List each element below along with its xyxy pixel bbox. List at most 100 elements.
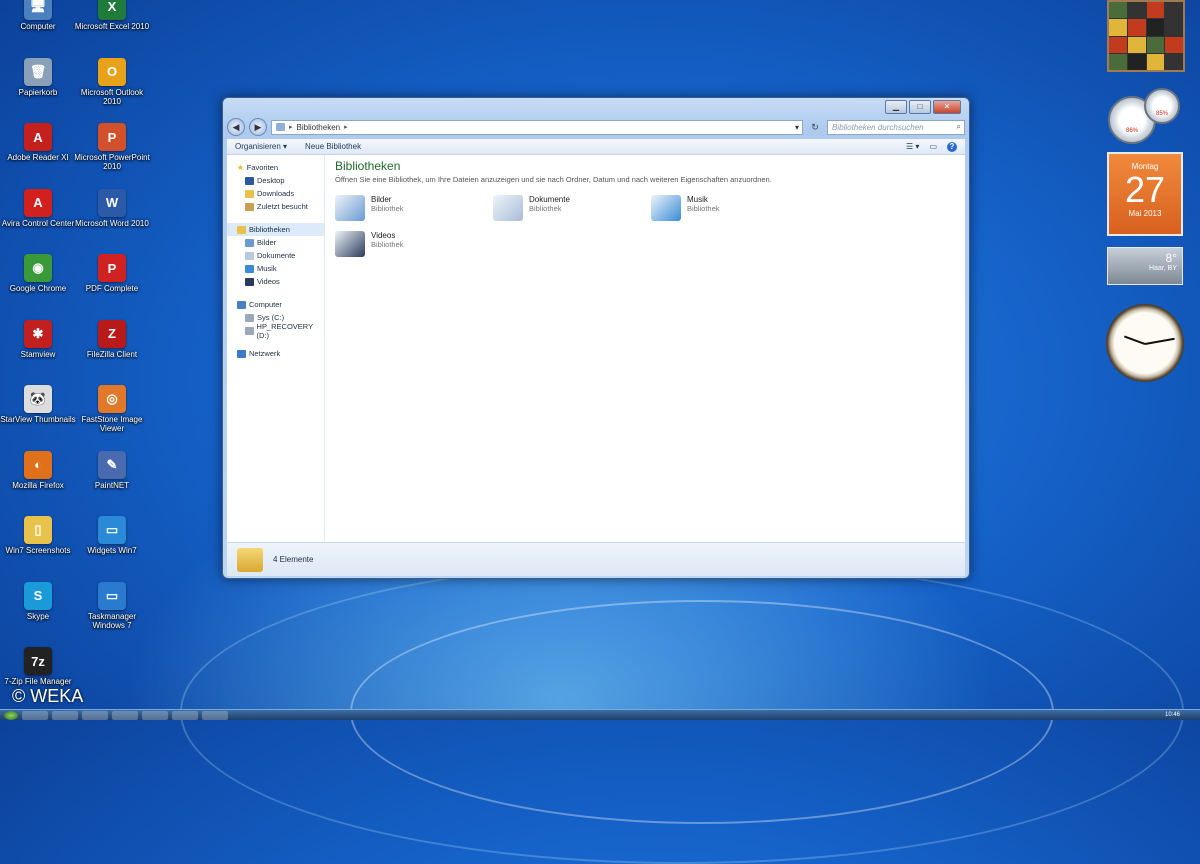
address-bar[interactable]: ▸ Bibliotheken ▸ ▾: [271, 119, 803, 135]
desktop-icon-microsoft-word-2010[interactable]: W Microsoft Word 2010: [73, 188, 151, 228]
desktop-icon-pdf-complete[interactable]: P PDF Complete: [73, 254, 151, 293]
app-icon: 🐼: [24, 385, 52, 413]
desktop-icon-adobe-reader-xi[interactable]: A Adobe Reader XI: [0, 123, 77, 162]
new-library-button[interactable]: Neue Bibliothek: [305, 142, 361, 151]
nav-computer[interactable]: Computer: [227, 298, 324, 311]
breadcrumb-chevron-icon[interactable]: ▸: [344, 123, 348, 131]
page-title: Bibliotheken: [335, 159, 401, 173]
nav-drive-d[interactable]: HP_RECOVERY (D:): [227, 322, 324, 340]
desktop-icon-skype[interactable]: S Skype: [0, 581, 77, 621]
desktop-icon-starview-thumbnails[interactable]: 🐼 StarView Thumbnails: [0, 385, 77, 424]
libraries-icon: [237, 225, 246, 234]
desktop-icon: [245, 176, 254, 185]
network-icon: [237, 349, 246, 358]
nav-documents[interactable]: Dokumente: [227, 249, 324, 262]
nav-music[interactable]: Musik: [227, 262, 324, 275]
desktop-icon-label: Stamview: [20, 349, 56, 359]
desktop-icon-win7-screenshots[interactable]: ▯ Win7 Screenshots: [0, 516, 77, 555]
nav-downloads[interactable]: Downloads: [227, 187, 324, 200]
app-icon: ▭: [98, 516, 126, 544]
taskbar-button[interactable]: [142, 710, 168, 720]
ram-value: 85%: [1155, 111, 1168, 117]
desktop-icon-label: Widgets Win7: [87, 546, 137, 555]
explorer-window[interactable]: ▁ □ ✕ ◀ ▶ ▸ Bibliotheken ▸ ▾ ↻ Bibliothe…: [222, 97, 970, 579]
app-icon: ▭: [98, 581, 126, 610]
nav-libraries[interactable]: Bibliotheken: [227, 223, 324, 236]
desktop-icon-stamview[interactable]: ✱ Stamview: [0, 319, 77, 359]
drive-icon: [245, 313, 254, 322]
desktop-icon-label: PDF Complete: [85, 284, 139, 293]
nav-pictures[interactable]: Bilder: [227, 236, 324, 249]
pictures-icon: [245, 238, 254, 247]
desktop-icon-paintnet[interactable]: ✎ PaintNET: [73, 450, 151, 490]
breadcrumb-chevron-icon[interactable]: ▸: [289, 123, 293, 131]
back-button[interactable]: ◀: [227, 118, 245, 136]
window-controls: ▁ □ ✕: [885, 100, 961, 114]
desktop-icon-google-chrome[interactable]: ◉ Google Chrome: [0, 254, 77, 293]
app-icon: X: [98, 0, 126, 20]
desktop-icon-label: Microsoft Word 2010: [75, 218, 149, 228]
desktop-icon-filezilla-client[interactable]: Z FileZilla Client: [73, 319, 151, 359]
nav-recent[interactable]: Zuletzt besucht: [227, 200, 324, 213]
nav-favorites[interactable]: ★ Favoriten: [227, 161, 324, 174]
desktop-icon-microsoft-excel-2010[interactable]: X Microsoft Excel 2010: [73, 0, 151, 31]
desktop-icon-label: Skype: [26, 611, 50, 621]
breadcrumb-bibliotheken[interactable]: Bibliotheken: [297, 123, 341, 132]
page-description: Öffnen Sie eine Bibliothek, um Ihre Date…: [335, 175, 772, 184]
taskbar-clock[interactable]: 10:46: [1165, 712, 1200, 718]
desktop-icon-microsoft-outlook-2010[interactable]: O Microsoft Outlook 2010: [73, 57, 151, 106]
maximize-button[interactable]: □: [909, 100, 931, 114]
taskbar-button[interactable]: [82, 710, 108, 720]
library-videos[interactable]: Videos Bibliothek: [335, 231, 404, 257]
organize-button[interactable]: Organisieren ▾: [235, 142, 287, 151]
app-icon: Z: [98, 319, 126, 348]
desktop-icon-computer[interactable]: 🖥 Computer: [0, 0, 77, 31]
window-content: ★ Favoriten Desktop Downloads Zuletzt bes…: [227, 155, 965, 542]
search-input[interactable]: Bibliotheken durchsuchen ⌕: [827, 119, 965, 135]
address-dropdown-icon[interactable]: ▾: [795, 123, 802, 132]
desktop-icon-widgets-win7[interactable]: ▭ Widgets Win7: [73, 516, 151, 555]
preview-pane-button[interactable]: ▭: [929, 142, 937, 152]
desktop-icon-mozilla-firefox[interactable]: ◐ Mozilla Firefox: [0, 450, 77, 490]
desktop-icon-7-zip-file-manager[interactable]: 7z 7-Zip File Manager: [0, 647, 77, 686]
app-icon: A: [24, 188, 52, 217]
library-musik[interactable]: Musik Bibliothek: [651, 195, 720, 221]
cpu-meter-gadget[interactable]: 86% 85%: [1106, 88, 1186, 144]
nav-desktop[interactable]: Desktop: [227, 174, 324, 187]
desktop-icon-label: Mozilla Firefox: [12, 480, 64, 490]
taskbar-button[interactable]: [202, 710, 228, 720]
library-dokumente[interactable]: Dokumente Bibliothek: [493, 195, 570, 221]
search-icon[interactable]: ⌕: [957, 122, 964, 132]
start-button[interactable]: [4, 710, 18, 720]
desktop-icon-avira-control-center[interactable]: A Avira Control Center: [0, 188, 77, 228]
help-button[interactable]: ?: [947, 141, 957, 152]
taskbar-button[interactable]: [112, 710, 138, 720]
taskbar: 10:46: [0, 709, 1200, 720]
library-type: Bibliothek: [371, 204, 404, 213]
clock-gadget[interactable]: [1106, 304, 1184, 382]
app-icon: P: [98, 254, 126, 282]
computer-icon: [237, 300, 246, 309]
puzzle-gadget[interactable]: [1107, 0, 1185, 72]
taskbar-button[interactable]: [172, 710, 198, 720]
desktop-icon-papierkorb[interactable]: 🗑 Papierkorb: [0, 57, 77, 97]
calendar-gadget[interactable]: Montag 27 Mai 2013: [1107, 152, 1183, 236]
navigation-pane: ★ Favoriten Desktop Downloads Zuletzt bes…: [227, 155, 325, 542]
close-button[interactable]: ✕: [933, 100, 961, 114]
desktop-icon-label: Taskmanager Windows 7: [87, 611, 137, 630]
taskbar-button[interactable]: [52, 710, 78, 720]
views-button[interactable]: ☰ ▾: [906, 142, 919, 152]
forward-button[interactable]: ▶: [249, 118, 267, 136]
weather-gadget[interactable]: 8° Haar, BY: [1107, 247, 1183, 285]
desktop-icon-microsoft-powerpoint-2010[interactable]: P Microsoft PowerPoint 2010: [73, 123, 151, 171]
library-bilder[interactable]: Bilder Bibliothek: [335, 195, 404, 221]
nav-network[interactable]: Netzwerk: [227, 347, 324, 360]
app-icon: ◎: [98, 385, 126, 413]
minimize-button[interactable]: ▁: [885, 100, 907, 114]
desktop-icon-taskmanager-windows-7[interactable]: ▭ Taskmanager Windows 7: [73, 581, 151, 630]
taskbar-button[interactable]: [22, 710, 48, 720]
nav-videos[interactable]: Videos: [227, 275, 324, 288]
refresh-icon[interactable]: ↻: [807, 120, 823, 135]
desktop-icon-faststone-image-viewer[interactable]: ◎ FastStone Image Viewer: [73, 385, 151, 433]
app-icon: ✎: [98, 450, 126, 479]
